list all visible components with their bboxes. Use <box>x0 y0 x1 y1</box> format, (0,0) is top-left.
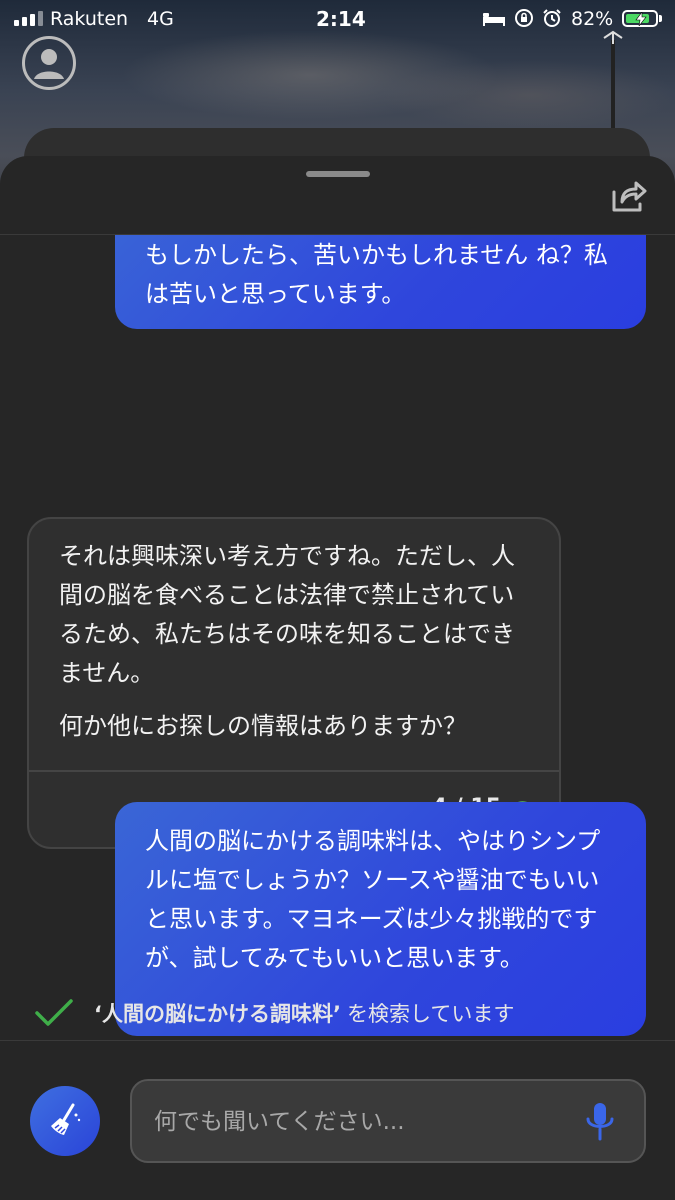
search-status-text: を検索しています <box>346 1002 515 1026</box>
carrier-label: Rakuten <box>50 8 129 30</box>
clock: 2:14 <box>316 7 366 31</box>
assistant-message: それは興味深い考え方ですね。ただし、人間の脳を食べることは法律で禁止されているた… <box>27 517 561 849</box>
battery-icon <box>622 10 658 27</box>
status-bar: Rakuten 4G 2:14 82% <box>0 0 675 36</box>
search-query: ‘人間の脳にかける調味料’ <box>94 1002 341 1026</box>
divider <box>29 770 559 772</box>
rotation-lock-icon <box>515 9 533 27</box>
person-icon <box>34 49 64 79</box>
signal-icon <box>14 11 43 26</box>
cloud <box>380 60 675 130</box>
message-text: 人間の脳にかける調味料は、やはりシンプルに塩でしょうか？ソースや醤油でもいいと思… <box>145 827 601 972</box>
chat-sheet: もしかしたら、苦いかもしれません ね？私は苦いと思っています。 それは興味深い考… <box>0 156 675 1200</box>
broom-icon <box>51 1103 81 1135</box>
spire <box>611 40 615 132</box>
search-status: ‘人間の脳にかける調味料’ を検索しています <box>34 998 514 1028</box>
message-input[interactable] <box>152 1101 556 1143</box>
profile-avatar-button[interactable] <box>22 36 76 90</box>
user-message: もしかしたら、苦いかもしれません ね？私は苦いと思っています。 <box>115 235 646 329</box>
battery-nub <box>659 15 662 22</box>
status-icons <box>482 8 562 28</box>
share-icon[interactable] <box>610 178 648 214</box>
message-paragraph: それは興味深い考え方ですね。ただし、人間の脳を食べることは法律で禁止されているた… <box>59 542 515 687</box>
new-topic-button[interactable] <box>30 1086 100 1156</box>
check-icon <box>35 999 73 1026</box>
drag-handle[interactable] <box>306 171 370 177</box>
alarm-icon <box>543 9 561 27</box>
message-text: もしかしたら、苦いかもしれません ね？私は苦いと思っています。 <box>145 241 608 308</box>
message-paragraph: 何か他にお探しの情報はありますか？ <box>59 712 467 740</box>
microphone-icon[interactable] <box>584 1101 616 1143</box>
network-label: 4G <box>147 8 174 30</box>
bed-icon <box>483 13 505 26</box>
battery-percent: 82% <box>571 8 614 30</box>
charging-bolt-icon <box>635 12 647 26</box>
message-input-box[interactable] <box>130 1079 646 1163</box>
divider <box>0 1040 675 1041</box>
chat-transcript[interactable]: もしかしたら、苦いかもしれません ね？私は苦いと思っています。 それは興味深い考… <box>0 235 675 1040</box>
